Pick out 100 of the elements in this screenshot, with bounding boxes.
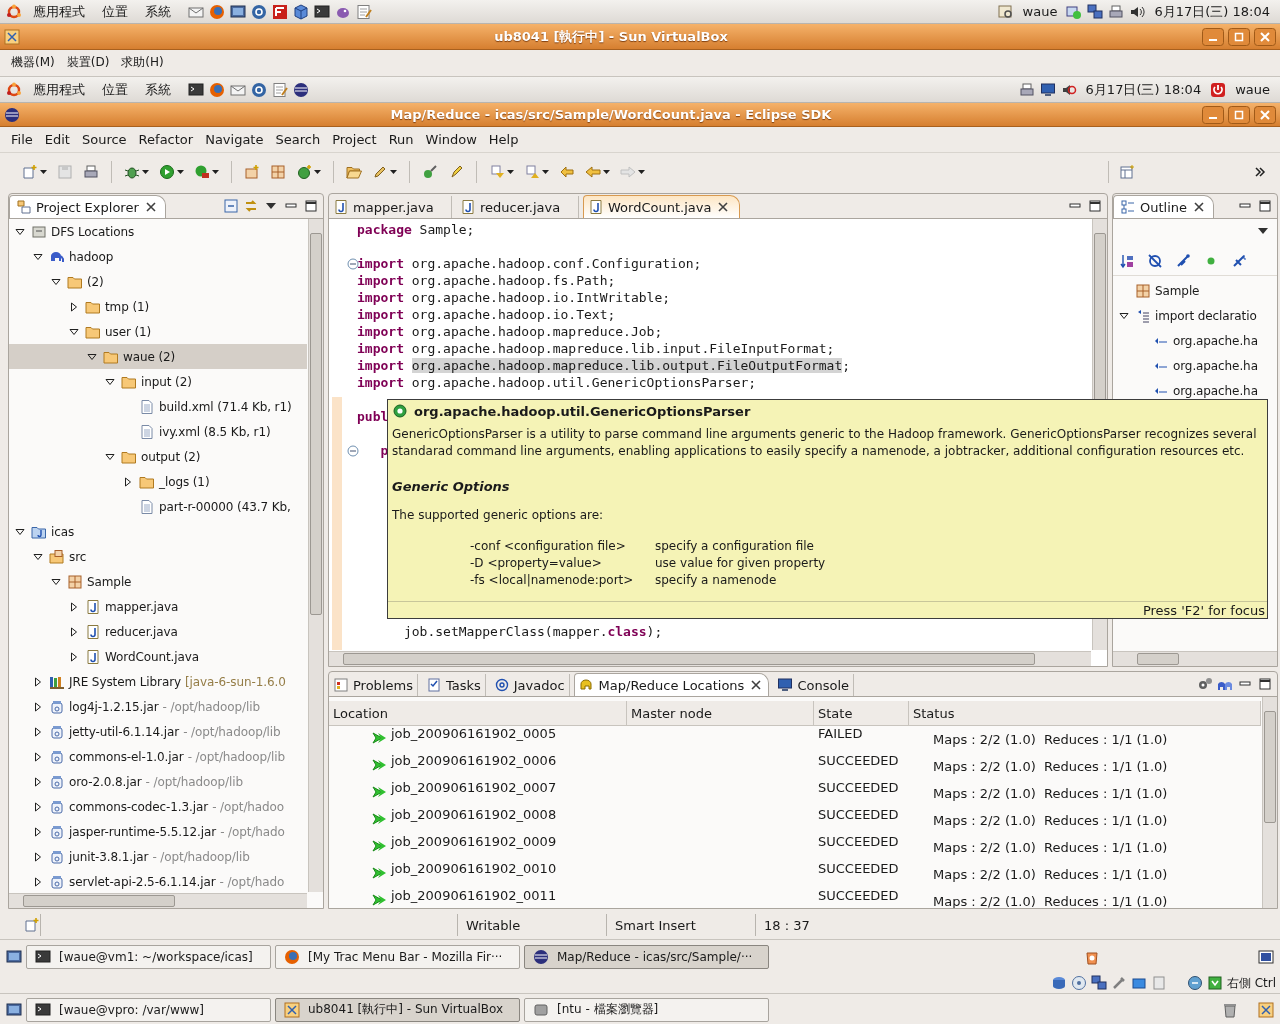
menu-item[interactable]: Refactor — [133, 130, 199, 149]
ubuntu-logo-icon[interactable] — [6, 81, 22, 98]
expander-icon[interactable] — [15, 226, 25, 237]
panel-menu[interactable]: 應用程式 — [27, 2, 91, 21]
close-button[interactable] — [1254, 27, 1276, 46]
menu-item[interactable]: Source — [76, 130, 132, 149]
maximize-icon[interactable] — [1087, 198, 1103, 214]
tree-item[interactable]: DFS Locations — [9, 219, 307, 244]
maximize-button[interactable] — [1228, 27, 1250, 46]
tree-item[interactable]: tmp (1) — [9, 294, 307, 319]
expander-icon[interactable] — [33, 776, 43, 787]
screen-icon[interactable] — [230, 3, 246, 20]
external-tool-icon[interactable] — [194, 164, 210, 180]
editor-tab[interactable]: mapper.java — [329, 196, 452, 218]
tree-item[interactable]: reducer.java — [9, 619, 307, 644]
dropdown-caret-icon[interactable] — [507, 170, 514, 174]
dropdown-caret-icon[interactable] — [40, 170, 47, 174]
expander-icon[interactable] — [69, 626, 79, 637]
collapse-all-icon[interactable] — [223, 198, 239, 214]
tree-item[interactable]: log4j-1.2.15.jar - /opt/hadoop/lib — [9, 694, 307, 719]
editor-tab[interactable]: reducer.java — [456, 196, 579, 218]
tree-item[interactable]: jetty-util-6.1.14.jar - /opt/hadoop/lib — [9, 719, 307, 744]
expander-icon[interactable] — [105, 451, 115, 462]
dropdown-caret-icon[interactable] — [142, 170, 149, 174]
minimize-button[interactable] — [1202, 27, 1224, 46]
menu-item[interactable]: 求助(H) — [116, 52, 169, 73]
menu-item[interactable]: Project — [327, 130, 382, 149]
expander-icon[interactable] — [33, 876, 43, 887]
taskbar-button[interactable]: [ntu - 檔案瀏覽器] — [524, 997, 769, 1022]
maximize-icon[interactable] — [1257, 676, 1273, 692]
close-button[interactable] — [1254, 105, 1276, 124]
expander-icon[interactable] — [33, 676, 43, 687]
taskbar-button[interactable]: Map/Reduce - icas/src/Sample/··· — [524, 944, 769, 969]
crossed-circle-icon[interactable] — [1147, 253, 1163, 269]
expander-icon[interactable] — [33, 251, 43, 262]
menu-item[interactable]: Navigate — [200, 130, 269, 149]
monitor-icon[interactable] — [1039, 81, 1056, 98]
panel-menu[interactable]: 位置 — [96, 80, 134, 99]
tree-item[interactable]: Sample — [1113, 278, 1277, 303]
dropdown-caret-icon[interactable] — [638, 170, 645, 174]
tree-item[interactable]: JRE System Library [java-6-sun-1.6.0 — [9, 669, 307, 694]
tree-item[interactable]: user (1) — [9, 319, 307, 344]
open-perspective-icon[interactable] — [1119, 164, 1135, 180]
view-tab[interactable]: Project Explorer — [9, 195, 166, 218]
menu-item[interactable]: 機器(M) — [6, 52, 60, 73]
dropdown-caret-icon[interactable] — [390, 170, 397, 174]
tree-item[interactable]: WordCount.java — [9, 644, 307, 669]
help-icon[interactable] — [251, 81, 267, 98]
expander-icon[interactable] — [33, 826, 43, 837]
dropdown-caret-icon[interactable] — [314, 170, 321, 174]
tree-item[interactable]: (2) — [9, 269, 307, 294]
expander-icon[interactable] — [51, 576, 61, 587]
expander-icon[interactable] — [33, 751, 43, 762]
menu-item[interactable]: Edit — [39, 130, 75, 149]
column-header[interactable]: Master node — [627, 701, 814, 725]
maximize-icon[interactable] — [1257, 198, 1273, 214]
tree-item[interactable]: commons-el-1.0.jar - /opt/hadoop/lib — [9, 744, 307, 769]
crossed-l-icon[interactable] — [1231, 253, 1247, 269]
gears-icon[interactable] — [1197, 676, 1213, 692]
tree-item[interactable]: waue (2) — [9, 344, 307, 369]
tree-item[interactable]: org.apache.ha — [1113, 328, 1277, 353]
workspace-switcher-icon[interactable] — [1258, 1001, 1274, 1018]
view-tab[interactable]: Console — [773, 674, 854, 696]
menu-item[interactable]: File — [6, 130, 38, 149]
dropdown-caret-icon[interactable] — [542, 170, 549, 174]
tree-item[interactable]: org.apache.ha — [1113, 353, 1277, 378]
vertical-scrollbar[interactable] — [1262, 697, 1277, 908]
horizontal-scrollbar[interactable] — [329, 651, 1091, 666]
tree-item[interactable]: ivy.xml (8.5 Kb, r1) — [9, 419, 307, 444]
maximize-button[interactable] — [1228, 105, 1250, 124]
expander-icon[interactable] — [123, 476, 133, 487]
taskbar-button[interactable]: [waue@vm1: ~/workspace/icas] — [26, 944, 271, 969]
expander-icon[interactable] — [69, 601, 79, 612]
tree-item[interactable]: servlet-api-2.5-6.1.14.jar - /opt/hado — [9, 869, 307, 892]
column-header[interactable]: Status — [909, 701, 1261, 725]
expander-icon[interactable] — [51, 276, 61, 287]
tree-item[interactable]: jasper-runtime-5.5.12.jar - /opt/hado — [9, 819, 307, 844]
cube-icon[interactable] — [293, 3, 309, 20]
expander-icon[interactable] — [69, 651, 79, 662]
editor-tab[interactable]: WordCount.java — [583, 195, 741, 218]
expander-icon[interactable] — [105, 376, 115, 387]
dropdown-caret-icon[interactable] — [212, 170, 219, 174]
dropdown-caret-icon[interactable] — [177, 170, 184, 174]
printer-icon[interactable] — [1108, 3, 1125, 20]
last-edit-icon[interactable] — [559, 164, 575, 180]
show-desktop-icon[interactable] — [6, 1001, 22, 1018]
notepad-icon[interactable] — [272, 81, 288, 98]
user-name[interactable]: waue — [1231, 82, 1274, 97]
panel-menu[interactable]: 系統 — [139, 2, 177, 21]
terminal-icon[interactable] — [188, 81, 204, 98]
menu-item[interactable]: Help — [483, 130, 524, 149]
maximize-icon[interactable] — [303, 198, 319, 214]
horizontal-scrollbar[interactable] — [9, 893, 307, 908]
printer-icon[interactable] — [1018, 81, 1035, 98]
globe-icon[interactable] — [209, 81, 225, 98]
taskbar-button[interactable]: [My Trac Menu Bar - Mozilla Fir··· — [275, 944, 520, 969]
package-icon[interactable] — [270, 164, 286, 180]
minimize-button[interactable] — [1202, 105, 1224, 124]
panel-menu[interactable]: 位置 — [96, 2, 134, 21]
taskbar-button[interactable]: [waue@vpro: /var/www] — [26, 997, 271, 1022]
